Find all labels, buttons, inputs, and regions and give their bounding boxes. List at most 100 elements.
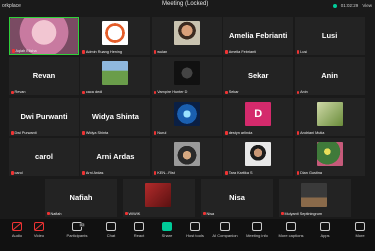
participant-name-label: wulan (153, 50, 167, 54)
microphone-muted-icon (11, 131, 14, 135)
participant-video (301, 182, 327, 207)
microphone-muted-icon (153, 50, 157, 54)
participant-video (173, 61, 200, 86)
participant-video (316, 101, 343, 126)
participant-tile[interactable]: Amelia Febrianti Amelia Febrianti (223, 17, 294, 55)
video-button[interactable]: Video (24, 222, 54, 238)
app-name: orkplace (2, 3, 21, 9)
participant-label-text: Revan (14, 90, 26, 95)
security-shield-icon[interactable] (332, 3, 337, 8)
participant-display-name: Revan (32, 71, 56, 81)
participant-label-text: Nisa (206, 211, 215, 216)
ai-companion-button[interactable]: AI Companion (210, 222, 240, 238)
chat-button[interactable]: Chat (96, 222, 126, 238)
participant-tile[interactable]: Dian Gustina (294, 138, 365, 177)
microphone-muted-icon (225, 90, 228, 95)
participant-label-text: Anin (300, 90, 308, 95)
participant-name-label: Tara Kartika S (225, 171, 253, 175)
smiley-icon (134, 222, 144, 231)
microphone-muted-icon (225, 171, 228, 175)
participant-tile[interactable]: Sekar Sekar (223, 57, 294, 96)
participant-name-label: Widya Shinta (82, 131, 108, 135)
participant-tile[interactable]: Aqiah Elisha (9, 17, 79, 55)
microphone-muted-icon (82, 131, 85, 135)
participant-label-text: Sekar (228, 90, 239, 95)
participant-video (316, 142, 343, 167)
participant-tile[interactable]: Nurul (151, 97, 222, 136)
participant-name-label: KEN...Rist (153, 171, 175, 176)
participant-label-text: caca dedi (85, 90, 103, 95)
participant-name-label: Mulyanti Septiningrum (281, 212, 322, 216)
participant-tile[interactable]: WIWIK (123, 178, 195, 217)
participant-tile[interactable]: Ddestyn arlinda (223, 97, 294, 136)
microphone-muted-icon (225, 50, 228, 54)
microphone-muted-icon (11, 171, 14, 175)
participant-tile[interactable]: Lusi Lusi (294, 17, 365, 55)
participant-tile[interactable]: Mulyanti Septiningrum (279, 178, 351, 217)
microphone-muted-icon (203, 211, 206, 216)
participant-label-text: Nafiah (50, 211, 62, 216)
participant-tile[interactable]: Nisa Nisa (201, 178, 273, 217)
participant-tile[interactable]: Anin Anin (294, 57, 365, 96)
participant-name-label: Nisa (203, 212, 214, 216)
participant-tile[interactable]: Andriani Mutia (294, 97, 365, 136)
participant-name-label: Nafiah (47, 212, 61, 216)
participant-label-text: Admin Ruang Hening (85, 50, 122, 54)
participant-tile[interactable]: Admin Ruang Hening (80, 17, 151, 55)
participants-button[interactable]: 83 Participants (62, 222, 92, 238)
participant-name-label: Dwi Purwanti (11, 131, 37, 135)
view-button[interactable]: View (362, 3, 372, 8)
participant-label-text: Lusi (300, 50, 308, 54)
microphone-muted-icon (153, 131, 157, 135)
participant-tile[interactable]: KEN...Rist (151, 138, 222, 177)
microphone-muted-icon (11, 90, 14, 95)
microphone-muted-icon (47, 211, 50, 216)
participant-label-text: carol (14, 171, 23, 176)
participant-tile[interactable]: Arni Ardas Arni Ardas (80, 138, 151, 177)
participant-name-label: WIWIK (125, 212, 140, 216)
microphone-muted-icon (82, 90, 85, 95)
microphone-muted-icon (153, 90, 157, 95)
participant-name-label: Anin (296, 90, 308, 95)
participant-label-text: Widya Shinta (85, 130, 109, 135)
participant-name-label: Sekar (225, 90, 239, 95)
participant-label-text: Andriani Mutia (300, 130, 325, 135)
meeting-info-button[interactable]: Meeting info (242, 222, 272, 238)
participant-name-label: caca dedi (82, 90, 102, 94)
participant-video (102, 21, 129, 45)
share-button[interactable]: Share (152, 222, 182, 238)
participant-tile[interactable]: Tara Kartika S (223, 138, 294, 177)
participant-video (173, 142, 200, 167)
participant-display-name: Amelia Febrianti (229, 31, 288, 40)
apps-button[interactable]: Apps (310, 222, 340, 238)
more-button[interactable]: More (345, 222, 375, 238)
participant-display-name: Dwi Purwanti (20, 111, 68, 121)
react-button[interactable]: React (124, 222, 154, 238)
ellipsis-icon (355, 222, 365, 231)
microphone-muted-icon (82, 171, 85, 175)
participant-tile[interactable]: caca dedi (80, 57, 151, 96)
participant-video (173, 101, 200, 126)
participant-name-label: destyn arlinda (225, 131, 252, 135)
microphone-muted-icon (125, 211, 128, 216)
participant-name-label: Aqiah Elisha (12, 49, 37, 53)
participant-label-text: Nurul (157, 130, 167, 135)
captions-button[interactable]: More captions (276, 222, 306, 238)
host-tools-button[interactable]: Host tools (180, 222, 210, 238)
participant-tile[interactable]: Revan Revan (9, 57, 79, 96)
participant-label-text: Vampire Hunter D (157, 90, 188, 95)
participant-tile[interactable]: wulan (151, 17, 222, 55)
participant-tile[interactable]: Widya Shinta Widya Shinta (80, 97, 151, 136)
microphone-muted-icon (225, 131, 228, 135)
participant-label-text: KEN...Rist (157, 171, 175, 176)
participant-tile[interactable]: Nafiah Nafiah (45, 178, 117, 217)
microphone-muted-icon (12, 222, 22, 231)
participant-tile[interactable]: carol carol (9, 138, 79, 177)
participant-avatar-letter: D (254, 107, 263, 120)
shield-icon (190, 222, 200, 231)
participant-name-label: Dian Gustina (296, 171, 322, 175)
participant-tile[interactable]: Vampire Hunter D (151, 57, 222, 96)
participant-tile[interactable]: Dwi Purwanti Dwi Purwanti (9, 97, 79, 136)
participant-label-text: WIWIK (128, 211, 141, 216)
participant-display-name: Lusi (321, 31, 338, 40)
